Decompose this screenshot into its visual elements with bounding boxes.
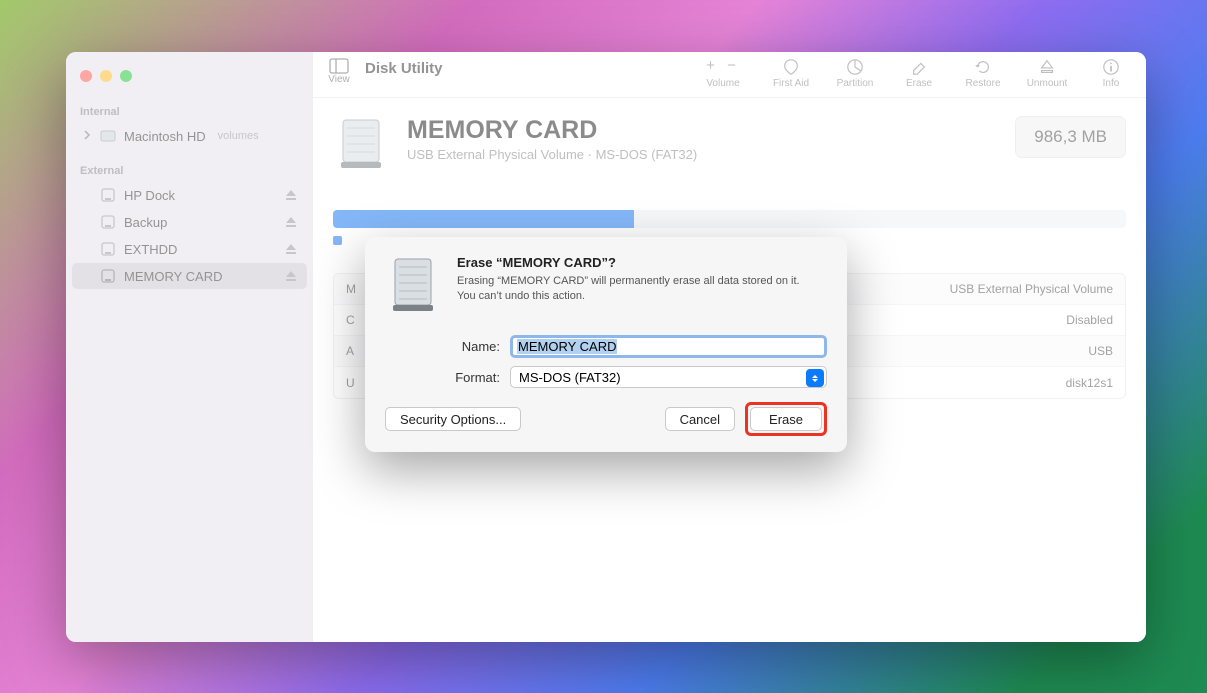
name-label: Name: [385,339,500,354]
toolbar-restore-button[interactable]: Restore [958,56,1008,89]
sidebar-section-external: External [66,159,313,181]
dialog-description: Erasing “MEMORY CARD” will permanently e… [457,274,817,304]
erase-button-highlight: Erase [745,402,827,436]
cancel-button[interactable]: Cancel [665,407,735,431]
sidebar-item-memory-card[interactable]: MEMORY CARD [72,263,307,289]
restore-icon [974,58,992,76]
sidebar-item-label: Macintosh HD [124,129,206,144]
erase-button[interactable]: Erase [750,407,822,431]
first-aid-icon [782,58,800,76]
erase-dialog: Erase “MEMORY CARD”? Erasing “MEMORY CAR… [365,237,847,452]
volume-size: 986,3 MB [1015,116,1126,158]
external-disk-icon [100,187,116,203]
toolbar-view-button[interactable]: View [319,56,359,85]
sidebar: Internal Macintosh HD volumes External H… [66,52,313,642]
erase-icon [910,58,928,76]
format-select-value: MS-DOS (FAT32) [519,370,621,385]
external-disk-icon [100,268,116,284]
external-disk-icon [100,241,116,257]
usage-bar-fill [333,210,634,228]
partition-icon [846,58,864,76]
name-input[interactable]: MEMORY CARD [510,335,827,358]
eject-icon[interactable] [285,216,297,228]
volume-title: MEMORY CARD [407,116,697,145]
sidebar-item-suffix: volumes [218,130,259,142]
sidebar-section-internal: Internal [66,100,313,122]
format-select[interactable]: MS-DOS (FAT32) [510,366,827,388]
info-icon [1102,58,1120,76]
toolbar-first-aid-button[interactable]: First Aid [766,56,816,89]
security-options-button[interactable]: Security Options... [385,407,521,431]
toolbar: View Disk Utility + − Volume First Aid P… [313,52,1146,98]
name-input-value: MEMORY CARD [517,339,617,354]
format-label: Format: [385,370,500,385]
toolbar-erase-button[interactable]: Erase [894,56,944,89]
sidebar-item-label: MEMORY CARD [124,269,222,284]
volume-subtitle: USB External Physical Volume · MS-DOS (F… [407,147,697,162]
toolbar-volume-button[interactable]: + − Volume [694,56,752,89]
plus-minus-icon: + − [706,58,740,76]
volume-header: MEMORY CARD USB External Physical Volume… [333,116,1126,172]
sidebar-item-label: HP Dock [124,188,175,203]
sidebar-item-hp-dock[interactable]: HP Dock [72,182,307,208]
drive-icon [385,255,441,315]
usage-bar [333,210,1126,228]
drive-icon [333,116,389,172]
zoom-window-button[interactable] [120,70,132,82]
external-disk-icon [100,214,116,230]
minimize-window-button[interactable] [100,70,112,82]
eject-icon[interactable] [285,189,297,201]
select-arrows-icon [806,369,824,387]
eject-icon[interactable] [285,243,297,255]
toolbar-unmount-button[interactable]: Unmount [1022,56,1072,89]
internal-disk-icon [100,128,116,144]
chevron-right-icon [82,130,92,140]
sidebar-item-macintosh-hd[interactable]: Macintosh HD volumes [72,123,307,149]
dialog-title: Erase “MEMORY CARD”? [457,255,817,270]
window-controls [66,64,313,100]
sidebar-item-backup[interactable]: Backup [72,209,307,235]
unmount-icon [1038,58,1056,76]
eject-icon[interactable] [285,270,297,282]
sidebar-toggle-icon [329,58,349,74]
toolbar-info-button[interactable]: Info [1086,56,1136,89]
sidebar-item-label: EXTHDD [124,242,177,257]
sidebar-item-label: Backup [124,215,167,230]
legend-swatch [333,236,342,245]
toolbar-partition-button[interactable]: Partition [830,56,880,89]
close-window-button[interactable] [80,70,92,82]
app-title: Disk Utility [365,56,443,77]
sidebar-item-exthdd[interactable]: EXTHDD [72,236,307,262]
